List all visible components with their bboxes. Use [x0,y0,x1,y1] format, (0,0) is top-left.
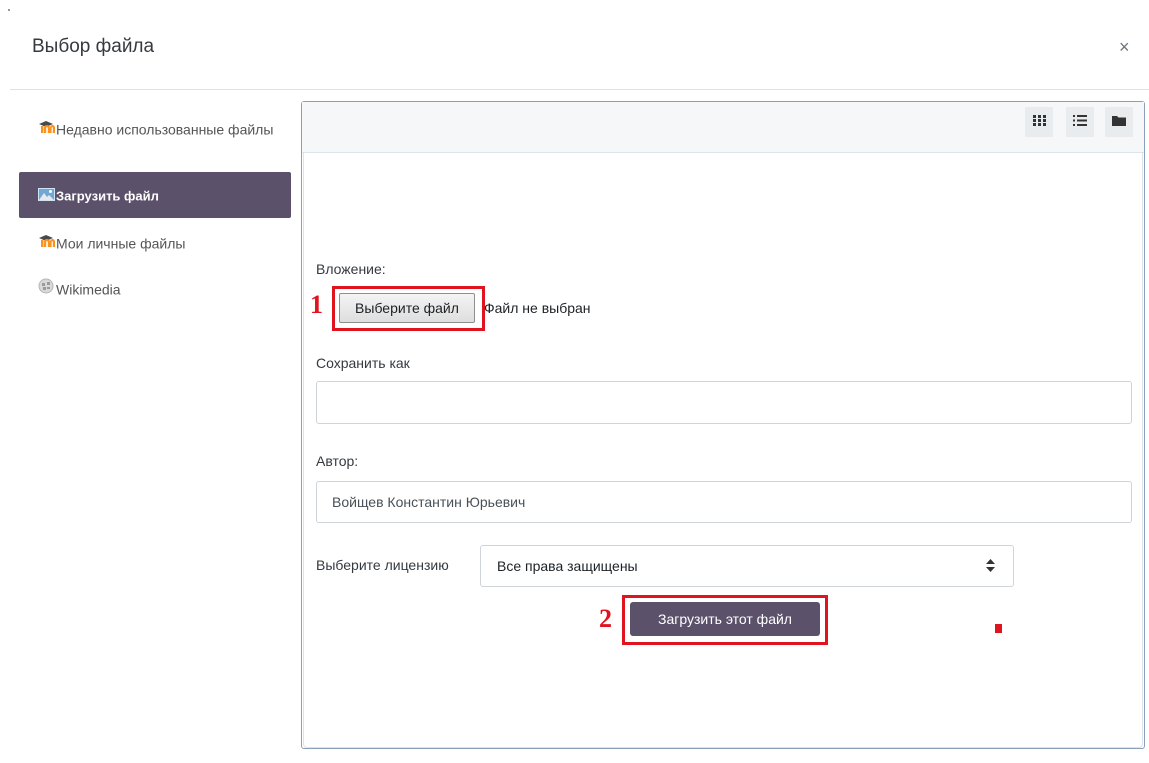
grid-view-icon [1032,113,1046,131]
upload-icon [38,173,56,219]
author-label: Автор: [316,453,359,469]
save-as-input[interactable] [316,381,1132,424]
folder-icon [1112,113,1126,131]
header-divider [10,89,1149,90]
choose-file-button[interactable]: Выберите файл [339,293,475,323]
annotation-number-1: 1 [310,290,323,319]
license-label: Выберите лицензию [316,557,449,573]
corner-dot [8,9,10,11]
moodle-icon [38,117,56,141]
annotation-number-2: 2 [599,604,612,633]
annotation-dot [995,624,1002,633]
upload-file-button[interactable]: Загрузить этот файл [630,602,820,636]
grid-view-button[interactable] [1025,107,1053,137]
close-button[interactable]: × [1119,37,1130,57]
sidebar-item-label: Мои личные файлы [56,235,186,252]
sidebar-item-wikimedia[interactable]: Wikimedia [19,276,291,300]
sidebar-item-label: Загрузить файл [56,188,159,204]
sidebar-item-label: Недавно использованные файлы [56,121,274,138]
wikimedia-icon [38,277,56,301]
list-view-button[interactable] [1066,107,1094,137]
upload-form-area [303,152,1143,748]
sort-arrows-icon [986,559,995,575]
moodle-icon [38,231,56,255]
folder-view-button[interactable] [1105,107,1133,137]
license-select[interactable]: Все права защищены [480,545,1014,587]
save-as-label: Сохранить как [316,355,410,371]
file-status-text: Файл не выбран [484,300,591,316]
sidebar-item-upload[interactable]: Загрузить файл [19,172,291,218]
license-select-value: Все права защищены [497,558,638,574]
dialog-title: Выбор файла [32,36,155,57]
sidebar-item-recent-files[interactable]: Недавно использованные файлы [19,114,291,166]
view-toolbar [302,102,1144,153]
sidebar-item-label: Wikimedia [56,281,121,298]
sidebar-item-private-files[interactable]: Мои личные файлы [19,230,291,254]
author-input[interactable] [316,481,1132,523]
list-view-icon [1073,113,1087,131]
attachment-label: Вложение: [316,261,386,277]
